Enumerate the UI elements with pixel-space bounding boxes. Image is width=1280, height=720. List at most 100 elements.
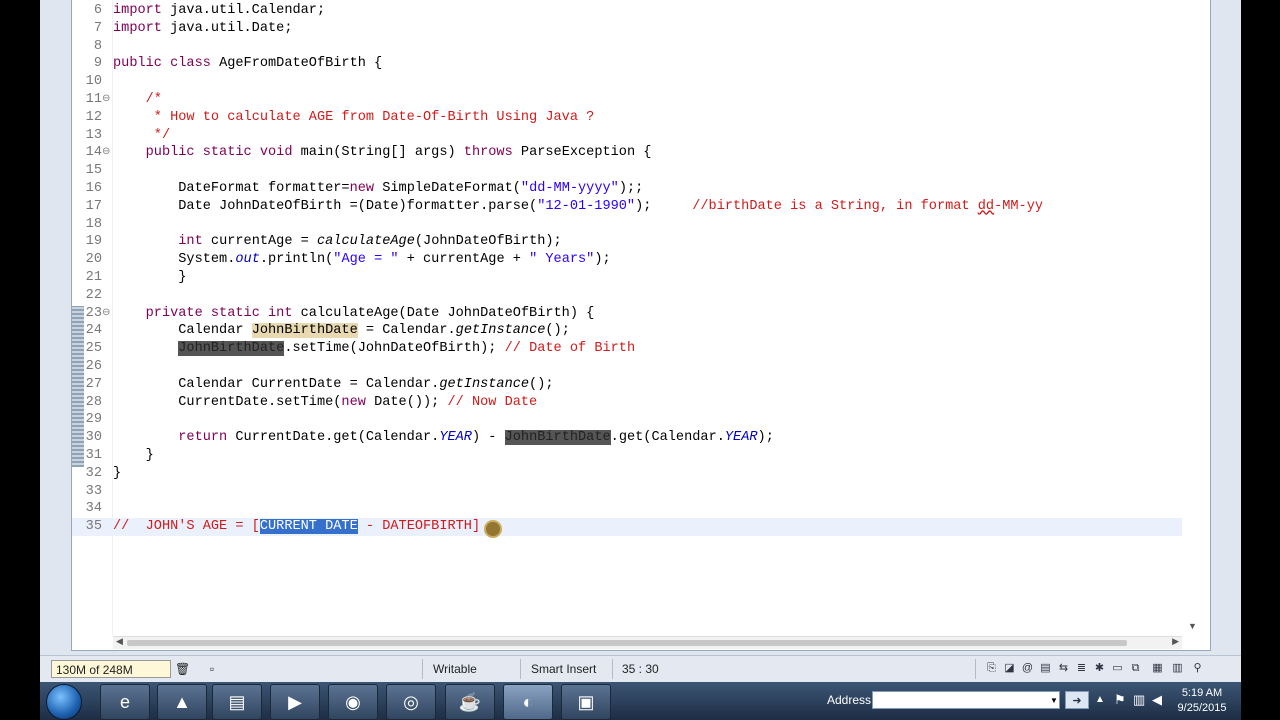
code-text[interactable]: } [113,447,154,465]
code-line[interactable]: 32} [72,465,1182,483]
code-text[interactable]: import java.util.Date; [113,20,292,38]
vertical-scrollbar[interactable]: ▼ [1182,0,1208,636]
firefox-icon[interactable]: ◉ [328,684,378,720]
code-line[interactable]: 31 } [72,447,1182,465]
code-text[interactable]: */ [113,127,170,145]
code-line[interactable]: 33 [72,483,1182,501]
code-line[interactable]: 15 [72,162,1182,180]
code-line[interactable]: 17 Date JohnDateOfBirth =(Date)formatter… [72,198,1182,216]
table-icon[interactable]: ▦ [1150,661,1165,676]
save-disk-icon[interactable]: ▣ [561,684,611,720]
code-token: "dd-MM-yyyy" [520,180,619,196]
code-text[interactable]: System.out.println("Age = " + currentAge… [113,251,610,269]
code-line[interactable]: 8 [72,38,1182,56]
code-line[interactable]: 14 ⊖ public static void main(String[] arg… [72,144,1182,162]
code-text[interactable]: CurrentDate.setTime(new Date()); // Now … [113,394,537,412]
code-line[interactable]: 20 System.out.println("Age = " + current… [72,251,1182,269]
window-icon[interactable]: ⧉ [1128,661,1143,676]
code-line[interactable]: 11 ⊖ /* [72,91,1182,109]
pin-icon[interactable]: ⚲ [1190,661,1205,676]
code-line[interactable]: 16 DateFormat formatter=new SimpleDateFo… [72,180,1182,198]
status-bar: 130M of 248M 🗑 ▫ Writable Smart Insert 3… [40,655,1241,683]
ie-icon[interactable]: e [100,684,150,720]
fold-toggle-icon[interactable]: ⊖ [102,305,112,323]
scroll-down-icon[interactable]: ▼ [1188,621,1197,631]
servers-icon[interactable]: ⇆ [1056,661,1071,676]
code-text[interactable]: Calendar CurrentDate = Calendar.getInsta… [113,376,553,394]
code-text[interactable]: private static int calculateAge(Date Joh… [113,305,595,323]
code-text[interactable]: } [113,269,186,287]
code-line[interactable]: 6 import java.util.Calendar; [72,2,1182,20]
javadoc-icon[interactable]: @ [1020,661,1035,676]
code-line[interactable]: 35 // JOHN'S AGE = [CURRENT DATE - DATEOF… [72,518,1182,536]
chrome-icon[interactable]: ◎ [386,684,436,720]
outline-icon[interactable]: ≣ [1074,661,1089,676]
address-input[interactable] [872,691,1060,709]
code-text[interactable]: // JOHN'S AGE = [CURRENT DATE - DATEOFBI… [113,518,480,536]
media-player-icon[interactable]: ▶ [270,684,320,720]
code-text[interactable]: Calendar JohnBirthDate = Calendar.getIns… [113,322,570,340]
code-text[interactable]: int currentAge = calculateAge(JohnDateOf… [113,233,561,251]
horizontal-scrollbar[interactable]: ◀ ▶ [113,636,1182,649]
layout-icon[interactable]: ▥ [1170,661,1185,676]
debug-icon[interactable]: ◪ [1002,661,1017,676]
code-line[interactable]: 12 * How to calculate AGE from Date-Of-B… [72,109,1182,127]
scroll-left-icon[interactable]: ◀ [116,636,123,647]
code-line[interactable]: 7 import java.util.Date; [72,20,1182,38]
code-text[interactable]: import java.util.Calendar; [113,2,325,20]
mouse-cursor-highlight [486,522,500,536]
quick-access-icon[interactable]: ▫ [205,660,219,678]
code-line[interactable]: 34 [72,500,1182,518]
go-arrow-icon[interactable]: ➜ [1065,691,1089,709]
code-token: java.util.Date; [161,20,293,36]
code-text[interactable]: JohnBirthDate.setTime(JohnDateOfBirth); … [113,340,635,358]
code-text[interactable]: /* [113,91,162,109]
folder-icon[interactable]: ▤ [212,684,262,720]
code-text[interactable]: public class AgeFromDateOfBirth { [113,55,382,73]
code-line[interactable]: 9 public class AgeFromDateOfBirth { [72,55,1182,73]
chevron-down-icon[interactable]: ▼ [1050,696,1058,705]
code-line[interactable]: 10 [72,73,1182,91]
code-line[interactable]: 18 [72,216,1182,234]
code-line[interactable]: 19 int currentAge = calculateAge(JohnDat… [72,233,1182,251]
code-line[interactable]: 29 [72,411,1182,429]
code-text[interactable]: public static void main(String[] args) t… [113,144,652,162]
fold-toggle-icon[interactable]: ⊖ [102,91,112,109]
connect-icon[interactable]: ⎘ [984,661,999,676]
code-line[interactable]: 30 return CurrentDate.get(Calendar.YEAR)… [72,429,1182,447]
start-button[interactable] [46,684,82,720]
fold-toggle-icon[interactable]: ⊖ [102,144,112,162]
volume-icon[interactable]: ◀ [1152,692,1162,708]
code-line[interactable]: 26 [72,358,1182,376]
vlc-icon[interactable]: ▲ [157,684,207,720]
code-text[interactable]: } [113,465,121,483]
code-editor[interactable]: 6 import java.util.Calendar; 7 import java.… [71,0,1211,651]
scroll-right-icon[interactable]: ▶ [1172,636,1179,647]
code-area[interactable]: 6 import java.util.Calendar; 7 import java.… [72,2,1182,632]
code-token: ); [635,198,693,214]
bug-icon[interactable]: ✱ [1092,661,1107,676]
code-line[interactable]: 27 Calendar CurrentDate = Calendar.getIn… [72,376,1182,394]
action-center-flag-icon[interactable]: ⚑ [1114,692,1126,708]
garbage-collect-icon[interactable]: 🗑 [175,660,190,678]
monitor-icon[interactable]: ▭ [1110,661,1125,676]
code-line[interactable]: 28 CurrentDate.setTime(new Date()); // N… [72,394,1182,412]
system-clock[interactable]: 5:19 AM 9/25/2015 [1167,686,1237,716]
code-line[interactable]: 13 */ [72,127,1182,145]
show-hidden-icons-icon[interactable]: ▲ [1095,694,1105,705]
java-app-icon[interactable]: ☕ [445,684,495,720]
heap-memory-indicator[interactable]: 130M of 248M [51,660,171,678]
eclipse-icon[interactable]: ◐ [503,684,553,720]
horizontal-scroll-thumb[interactable] [127,640,1127,646]
code-line[interactable]: 24 Calendar JohnBirthDate = Calendar.get… [72,322,1182,340]
code-line[interactable]: 21 } [72,269,1182,287]
code-line[interactable]: 25 JohnBirthDate.setTime(JohnDateOfBirth… [72,340,1182,358]
network-icon[interactable]: ▥ [1133,692,1145,708]
code-text[interactable]: Date JohnDateOfBirth =(Date)formatter.pa… [113,198,1043,216]
declaration-icon[interactable]: ▤ [1038,661,1053,676]
code-text[interactable]: return CurrentDate.get(Calendar.YEAR) - … [113,429,774,447]
code-line[interactable]: 23 ⊖ private static int calculateAge(Date… [72,305,1182,323]
code-text[interactable]: DateFormat formatter=new SimpleDateForma… [113,180,643,198]
code-line[interactable]: 22 [72,287,1182,305]
code-text[interactable]: * How to calculate AGE from Date-Of-Birt… [113,109,595,127]
